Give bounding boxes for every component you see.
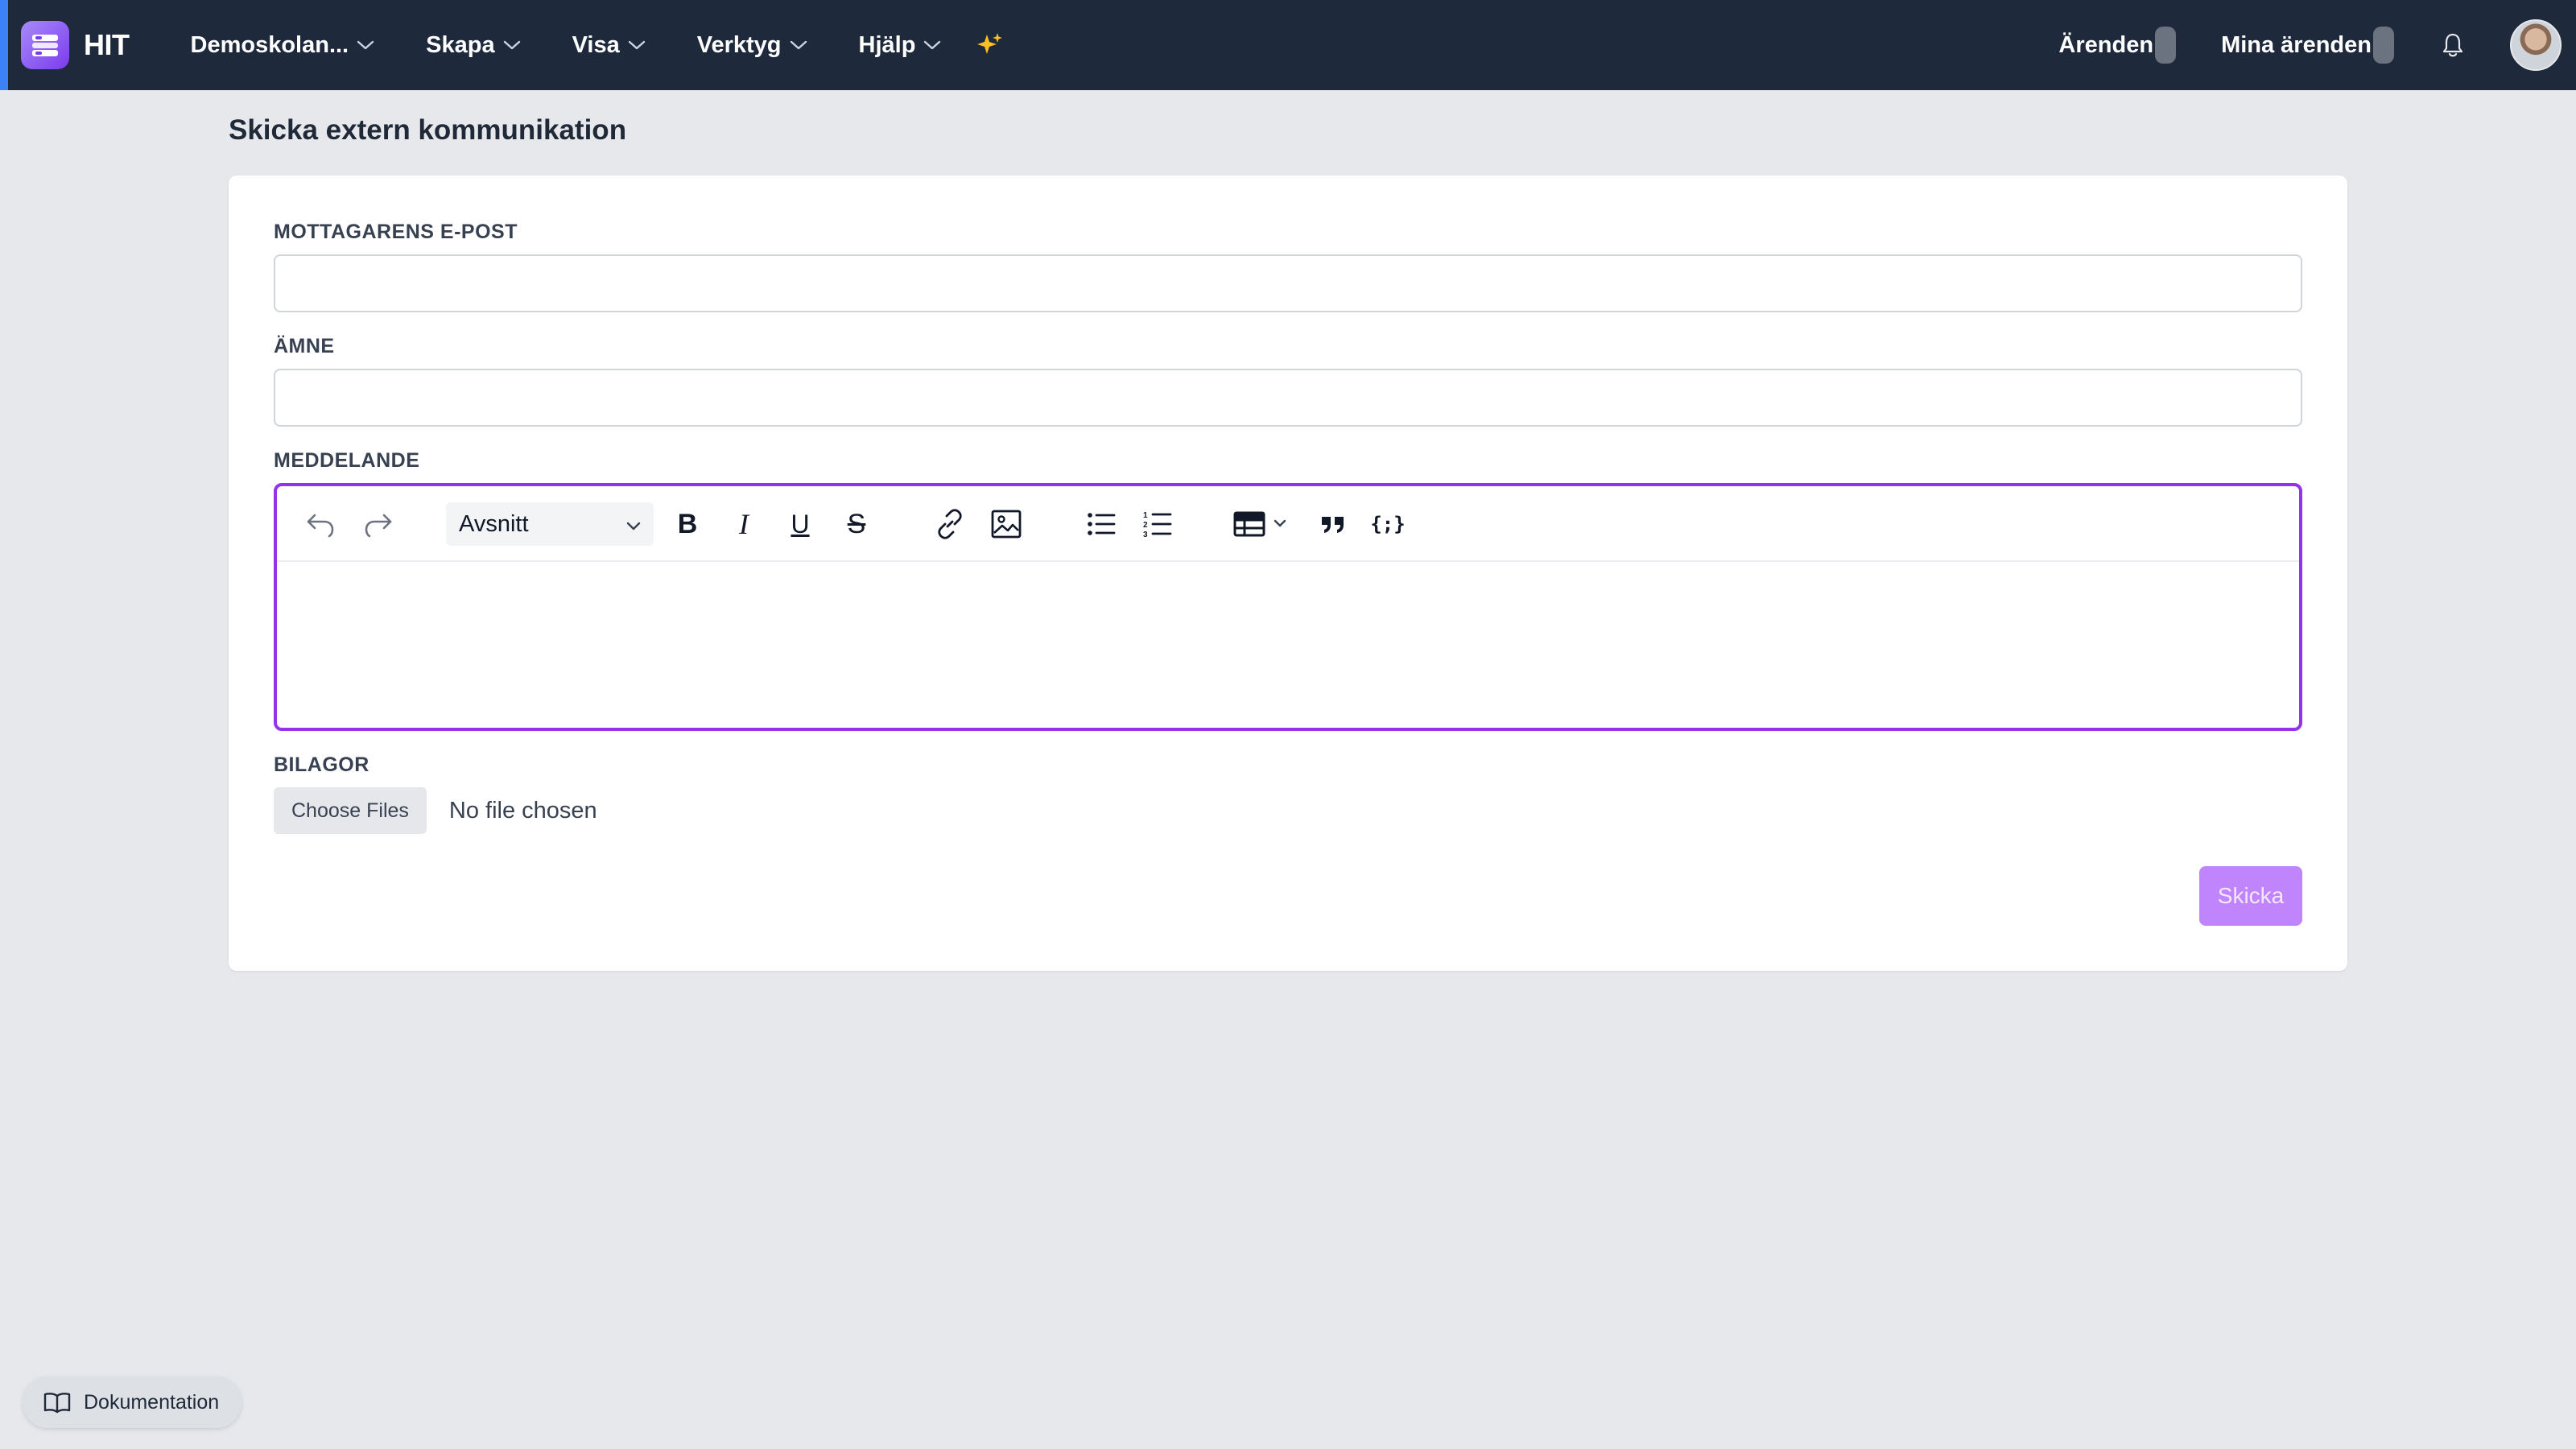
send-button[interactable]: Skicka — [2199, 866, 2302, 926]
nav-item-tools[interactable]: Verktyg — [697, 32, 807, 59]
undo-icon[interactable] — [301, 505, 340, 543]
bell-icon[interactable] — [2441, 32, 2465, 58]
main-menu: Demoskolan... Skapa Visa Verktyg Hjälp — [191, 0, 1005, 90]
message-form-card: MOTTAGARENS E-POST ÄMNE MEDDELANDE Avsni… — [229, 175, 2347, 971]
nav-item-label: Visa — [572, 31, 620, 58]
nav-item-help[interactable]: Hjälp — [859, 32, 942, 59]
file-status-text: No file chosen — [448, 797, 597, 824]
bullet-list-icon[interactable] — [1082, 505, 1121, 543]
nav-my-cases[interactable]: Mina ärenden — [2221, 27, 2394, 64]
table-icon[interactable] — [1230, 505, 1294, 543]
strikethrough-icon[interactable]: S — [837, 505, 876, 543]
top-navigation-bar: HIT Demoskolan... Skapa Visa Verktyg Hjä… — [0, 0, 2576, 90]
editor-toolbar: Avsnitt B I U S 123 {;} — [277, 486, 2299, 562]
subject-label: ÄMNE — [274, 335, 335, 357]
chevron-down-icon — [357, 39, 374, 51]
nav-item-label: Verktyg — [696, 31, 782, 58]
nav-item-label: Skapa — [426, 31, 495, 58]
chevron-down-icon — [503, 39, 521, 51]
nav-item-school[interactable]: Demoskolan... — [191, 32, 375, 59]
my-cases-label: Mina ärenden — [2221, 31, 2372, 58]
quote-icon[interactable] — [1314, 505, 1352, 543]
svg-text:1: 1 — [1143, 511, 1148, 520]
rich-text-editor: Avsnitt B I U S 123 {;} — [274, 483, 2302, 731]
file-upload: Choose Files No file chosen — [274, 787, 597, 834]
nav-cases[interactable]: Ärenden — [2058, 27, 2177, 64]
code-braces-icon[interactable]: {;} — [1368, 505, 1407, 543]
cases-count-badge — [2155, 27, 2177, 64]
underline-icon[interactable]: U — [781, 505, 819, 543]
chevron-down-icon — [625, 514, 642, 541]
app-name: HIT — [84, 28, 130, 61]
user-menu: Ärenden Mina ärenden — [2058, 0, 2576, 90]
documentation-label: Dokumentation — [84, 1390, 220, 1414]
image-icon[interactable] — [987, 505, 1026, 543]
message-editor-body[interactable] — [277, 562, 2299, 728]
cases-label: Ärenden — [2058, 31, 2154, 58]
link-icon[interactable] — [931, 505, 969, 543]
my-cases-count-badge — [2373, 27, 2394, 64]
nav-item-create[interactable]: Skapa — [426, 32, 520, 59]
block-format-select[interactable]: Avsnitt — [446, 502, 654, 546]
page-title: Skicka extern kommunikation — [229, 114, 627, 146]
recipient-email-label: MOTTAGARENS E-POST — [274, 221, 518, 243]
user-avatar[interactable] — [2510, 19, 2562, 71]
redo-icon[interactable] — [359, 505, 398, 543]
attachments-label: BILAGOR — [274, 753, 369, 776]
nav-item-label: Hjälp — [858, 31, 916, 58]
documentation-button[interactable]: Dokumentation — [23, 1377, 242, 1428]
nav-item-view[interactable]: Visa — [572, 32, 646, 59]
chevron-down-icon — [923, 39, 941, 51]
chevron-down-icon — [790, 39, 807, 51]
svg-text:2: 2 — [1143, 521, 1148, 530]
sparkle-icon[interactable] — [976, 31, 1004, 59]
subject-input[interactable] — [274, 369, 2302, 427]
italic-icon[interactable]: I — [724, 505, 763, 543]
logo-icon — [21, 21, 69, 69]
bold-icon[interactable]: B — [668, 505, 707, 543]
app-logo[interactable]: HIT — [21, 21, 130, 69]
recipient-email-input[interactable] — [274, 254, 2302, 312]
block-format-value: Avsnitt — [459, 510, 529, 537]
numbered-list-icon[interactable]: 123 — [1138, 505, 1177, 543]
book-icon — [43, 1391, 71, 1414]
chevron-down-icon — [628, 39, 646, 51]
choose-files-button[interactable]: Choose Files — [274, 787, 427, 834]
svg-text:3: 3 — [1143, 530, 1148, 539]
message-label: MEDDELANDE — [274, 449, 420, 472]
nav-item-label: Demoskolan... — [190, 31, 349, 58]
